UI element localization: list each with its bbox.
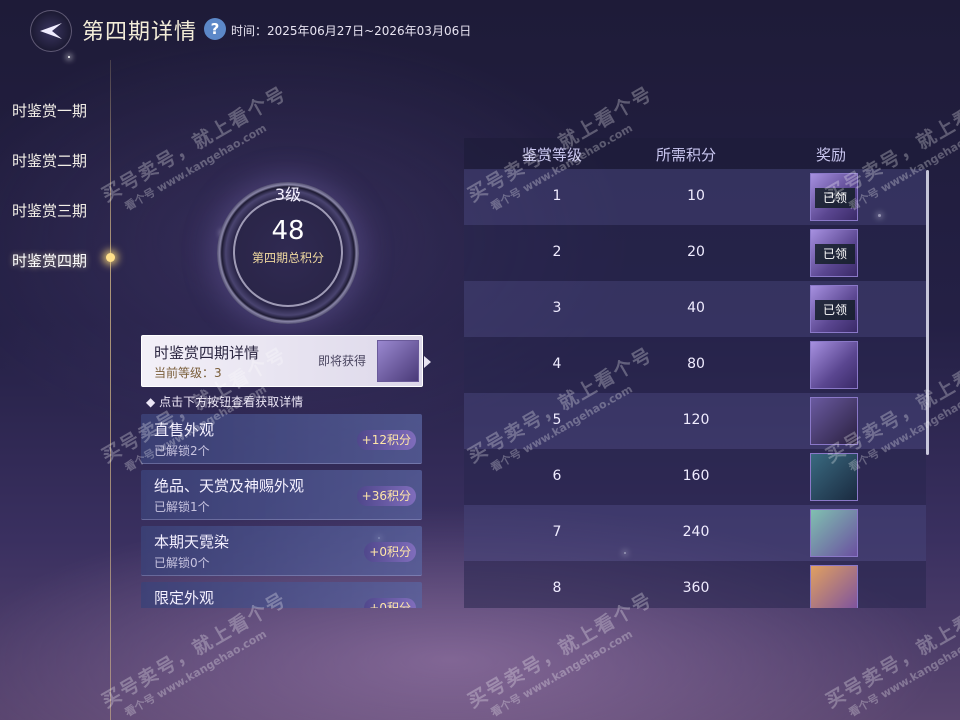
reward-item-icon[interactable] <box>810 509 858 557</box>
reward-item-icon[interactable] <box>810 341 858 389</box>
sidebar-item-period-1[interactable]: 时鉴赏一期 <box>12 100 87 121</box>
next-reward-label: 即将获得 <box>318 354 367 368</box>
row-level: 3 <box>552 300 562 316</box>
total-score-label: 第四期总积分 <box>251 251 324 265</box>
source-title: 绝品、天赏及神赐外观 <box>154 477 305 495</box>
row-level: 8 <box>552 580 562 596</box>
page-title: 第四期详情 <box>82 20 198 45</box>
next-reward-icon[interactable] <box>377 340 419 382</box>
table-row: 4 80 <box>464 337 926 393</box>
source-points-badge: +0积分 <box>364 598 416 608</box>
source-unlocked: 已解锁1个 <box>154 500 210 514</box>
source-item[interactable]: 本期天霓染 已解锁0个 +0积分 <box>141 526 422 576</box>
source-item[interactable]: 绝品、天赏及神赐外观 已解锁1个 +36积分 <box>141 470 422 520</box>
row-points: 240 <box>682 524 710 540</box>
row-level: 1 <box>552 188 562 204</box>
table-row: 8 360 <box>464 561 926 608</box>
row-points: 120 <box>682 412 710 428</box>
active-indicator-icon <box>106 253 115 262</box>
row-points: 360 <box>682 580 710 596</box>
source-points-badge: +36积分 <box>356 486 416 506</box>
reward-item-icon[interactable] <box>810 565 858 608</box>
row-level: 4 <box>552 356 562 372</box>
row-points: 20 <box>687 244 705 260</box>
row-points: 160 <box>682 468 710 484</box>
source-points-badge: +12积分 <box>356 430 416 450</box>
sidebar-item-period-3[interactable]: 时鉴赏三期 <box>12 200 87 221</box>
reward-item-icon[interactable]: 已领 <box>810 285 858 333</box>
reward-item-icon[interactable]: 已领 <box>810 229 858 277</box>
source-title: 本期天霓染 <box>154 533 230 551</box>
claimed-badge: 已领 <box>815 244 855 264</box>
header-reward: 奖励 <box>816 146 847 164</box>
header-points: 所需积分 <box>656 146 717 164</box>
sidebar-item-period-2[interactable]: 时鉴赏二期 <box>12 150 87 171</box>
row-points: 10 <box>687 188 705 204</box>
claimed-badge: 已领 <box>815 300 855 320</box>
sidebar-item-period-4[interactable]: 时鉴赏四期 <box>12 250 87 271</box>
sidebar-divider <box>110 60 111 720</box>
back-button[interactable] <box>30 10 72 52</box>
table-row: 7 240 <box>464 505 926 561</box>
table-row: 2 20 已领 <box>464 225 926 281</box>
table-row: 3 40 已领 <box>464 281 926 337</box>
total-score: 48 <box>271 216 305 246</box>
current-level: 3级 <box>274 185 302 204</box>
source-title: 限定外观 <box>154 589 215 607</box>
row-level: 7 <box>552 524 562 540</box>
row-level: 6 <box>552 468 562 484</box>
row-points: 40 <box>687 300 705 316</box>
source-points-badge: +0积分 <box>364 542 416 562</box>
caret-right-icon <box>424 356 431 368</box>
bullet-icon: ◆ <box>146 395 156 409</box>
row-level: 2 <box>552 244 562 260</box>
back-arrow-icon <box>40 23 62 39</box>
period-text: 时间：2025年06月27日~2026年03月06日 <box>231 24 472 38</box>
help-icon[interactable]: ? <box>204 18 226 40</box>
page-header: 第四期详情 ? 时间：2025年06月27日~2026年03月06日 <box>0 0 960 60</box>
row-points: 80 <box>687 356 705 372</box>
source-unlocked: 已解锁0个 <box>154 556 210 570</box>
